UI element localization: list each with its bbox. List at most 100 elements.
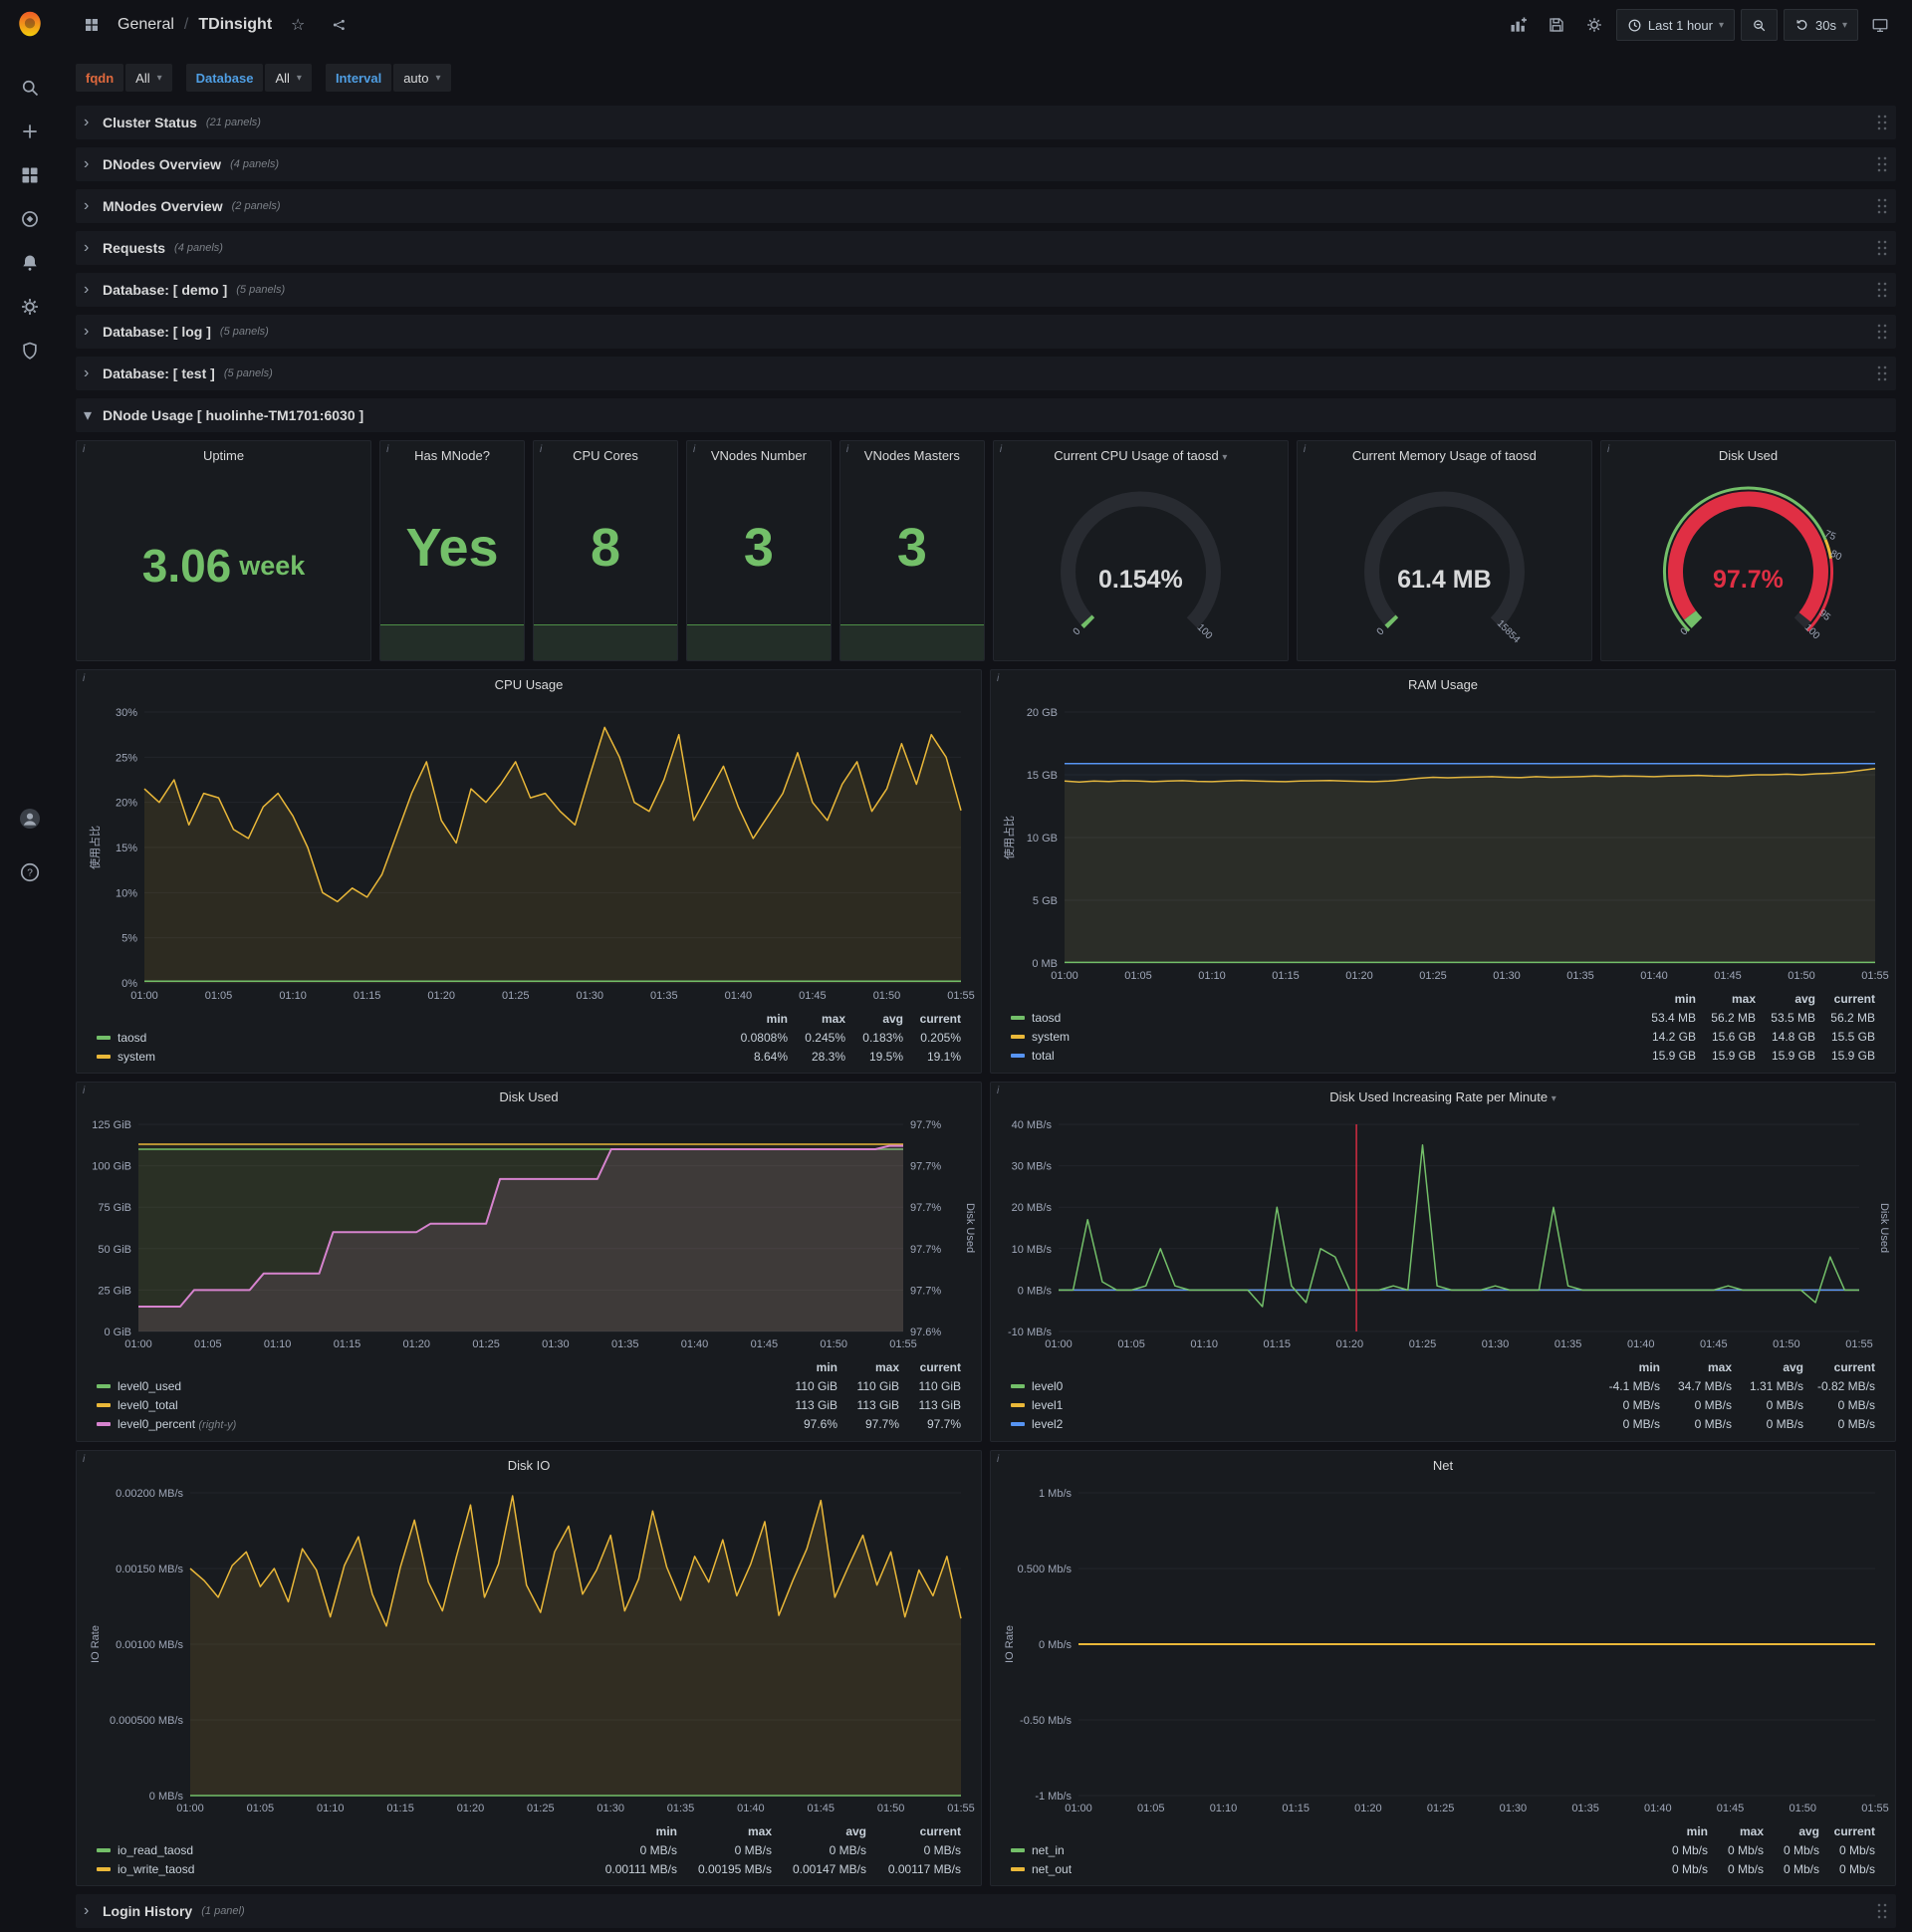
dashboard-row-database-log[interactable]: › Database: [ log ] (5 panels) [76,315,1896,349]
svg-text:01:50: 01:50 [877,1803,905,1814]
variable-value-dropdown[interactable]: All ▾ [265,64,312,92]
svg-text:01:40: 01:40 [1644,1803,1672,1814]
panel-title[interactable]: Disk Used [77,1083,981,1112]
variable-value-dropdown[interactable]: auto ▾ [393,64,451,92]
legend-row[interactable]: level0_used 110 GiB 110 GiB 110 GiB [97,1376,961,1395]
save-icon[interactable] [1541,9,1572,41]
search-icon[interactable] [10,66,50,110]
row-title: Login History [103,1903,193,1919]
variable-value-dropdown[interactable]: All ▾ [125,64,172,92]
dashboard-row-requests[interactable]: › Requests (4 panels) [76,231,1896,265]
share-icon[interactable] [324,9,356,41]
panel-info-icon[interactable]: i [83,1454,85,1465]
legend-row[interactable]: level2 0 MB/s 0 MB/s 0 MB/s 0 MB/s [1011,1414,1875,1433]
net-chart[interactable]: -1 Mb/s -0.50 Mb/s 0 Mb/s 0.500 Mb/s 1 Mb/s 0… [997,1483,1889,1819]
legend-row[interactable]: taosd 0.0808% 0.245% 0.183% 0.205% [97,1028,961,1047]
user-avatar[interactable] [10,797,50,841]
legend-row[interactable]: level0_total 113 GiB 113 GiB 113 GiB [97,1395,961,1414]
panel-info-icon[interactable]: i [1304,444,1306,455]
panel-info-icon[interactable]: i [83,673,85,684]
refresh-button[interactable]: 30s ▾ [1784,9,1858,41]
net-legend[interactable]: min max avg current net_in 0 Mb/s 0 Mb/s 0 Mb/s… [991,1819,1895,1885]
help-icon[interactable]: ? [10,850,50,894]
panel-info-icon[interactable]: i [1607,444,1609,455]
grafana-logo[interactable] [16,10,44,38]
panel-title[interactable]: VNodes Number [687,441,831,471]
cycle-view-icon[interactable] [1864,9,1896,41]
panel-title[interactable]: Disk Used Increasing Rate per Minute ▾ [991,1083,1895,1112]
star-icon[interactable]: ☆ [282,9,314,41]
legend-row[interactable]: level1 0 MB/s 0 MB/s 0 MB/s 0 MB/s [1011,1395,1875,1414]
legend-row[interactable]: level0 -4.1 MB/s 34.7 MB/s 1.31 MB/s -0.82 M… [1011,1376,1875,1395]
configuration-gear-icon[interactable] [10,285,50,329]
cpu-usage-chart[interactable]: 0% 5% 10% 15% 20% 25% 30% 01:00 01:05 01:10 01:15 0… [83,702,975,1007]
panel-title[interactable]: Disk IO [77,1451,981,1481]
panel-title[interactable]: CPU Cores [534,441,677,471]
panel-info-icon[interactable]: i [83,444,85,455]
time-range-picker[interactable]: Last 1 hour ▾ [1615,9,1735,41]
legend-row[interactable]: io_read_taosd 0 MB/s 0 MB/s 0 MB/s 0 MB/s [97,1840,961,1859]
disk-used-chart[interactable]: 0 GiB 97.6% 25 GiB 97.7% 50 GiB 97.7% 75 GiB 97… [83,1114,975,1355]
dashboard-row-database-test[interactable]: › Database: [ test ] (5 panels) [76,357,1896,390]
dashboard-row-cluster-status[interactable]: › Cluster Status (21 panels) [76,106,1896,139]
legend-row[interactable]: system 14.2 GB 15.6 GB 14.8 GB 15.5 GB [1011,1027,1875,1046]
panel-info-icon[interactable]: i [693,444,695,455]
dashboards-icon[interactable] [10,153,50,197]
panel-title[interactable]: Net [991,1451,1895,1481]
drag-handle[interactable] [1876,155,1888,173]
panel-info-icon[interactable]: i [997,673,999,684]
drag-handle[interactable] [1876,323,1888,341]
disk-io-legend[interactable]: min max avg current io_read_taosd 0 MB/s 0 MB/… [77,1819,981,1885]
server-admin-shield-icon[interactable] [10,329,50,372]
legend-row[interactable]: total 15.9 GB 15.9 GB 15.9 GB 15.9 GB [1011,1046,1875,1065]
dashboard-row-database-demo[interactable]: › Database: [ demo ] (5 panels) [76,273,1896,307]
legend-row[interactable]: net_in 0 Mb/s 0 Mb/s 0 Mb/s 0 Mb/s [1011,1840,1875,1859]
dashboard-settings-gear-icon[interactable] [1578,9,1610,41]
disk-io-chart[interactable]: 0 MB/s 0.000500 MB/s 0.00100 MB/s 0.00150 M… [83,1483,975,1819]
create-icon[interactable] [10,110,50,153]
disk-rate-legend[interactable]: min max avg current level0 -4.1 MB/s 34.7 MB/s… [991,1355,1895,1441]
panel-info-icon[interactable]: i [540,444,542,455]
dashboard-row-dnode-usage[interactable]: ▾ DNode Usage [ huolinhe-TM1701:6030 ] [76,398,1896,432]
panel-info-icon[interactable]: i [846,444,848,455]
drag-handle[interactable] [1876,114,1888,131]
dashboard-row-mnodes-overview[interactable]: › MNodes Overview (2 panels) [76,189,1896,223]
legend-row[interactable]: taosd 53.4 MB 56.2 MB 53.5 MB 56.2 MB [1011,1008,1875,1027]
dashboard-row-dnodes-overview[interactable]: › DNodes Overview (4 panels) [76,147,1896,181]
panel-title[interactable]: Current Memory Usage of taosd [1298,441,1591,471]
page-title[interactable]: TDinsight [198,16,272,34]
panel-info-icon[interactable]: i [1000,444,1002,455]
cpu-usage-legend[interactable]: min max avg current taosd 0.0808% 0.245% 0.183%… [77,1007,981,1073]
panel-title[interactable]: Current CPU Usage of taosd ▾ [994,441,1288,471]
legend-row[interactable]: system 8.64% 28.3% 19.5% 19.1% [97,1047,961,1066]
panel-title[interactable]: CPU Usage [77,670,981,700]
legend-row[interactable]: io_write_taosd 0.00111 MB/s 0.00195 MB/s 0.… [97,1859,961,1878]
panel-title[interactable]: Disk Used [1601,441,1895,471]
zoom-out-button[interactable] [1741,9,1778,41]
panel-info-icon[interactable]: i [997,1454,999,1465]
panel-title[interactable]: Has MNode? [380,441,524,471]
drag-handle[interactable] [1876,364,1888,382]
disk-used-legend[interactable]: min max current level0_used 110 GiB 110 GiB 11… [77,1355,981,1441]
panel-title[interactable]: Uptime [77,441,370,471]
drag-handle[interactable] [1876,239,1888,257]
disk-rate-chart[interactable]: -10 MB/s 0 MB/s 10 MB/s 20 MB/s 30 MB/s 40 MB… [997,1114,1889,1355]
explore-icon[interactable] [10,197,50,241]
alerting-bell-icon[interactable] [10,241,50,285]
panel-info-icon[interactable]: i [997,1086,999,1096]
breadcrumb-section[interactable]: General [118,16,174,34]
ram-usage-legend[interactable]: min max avg current taosd 53.4 MB 56.2 MB 53.5 … [991,987,1895,1073]
panel-info-icon[interactable]: i [83,1086,85,1096]
ram-usage-chart[interactable]: 0 MB 5 GB 10 GB 15 GB 20 GB 01:00 01:05 01:10 01… [997,702,1889,987]
legend-row[interactable]: level0_percent (right-y) 97.6% 97.7% 97.7% [97,1414,961,1433]
drag-handle[interactable] [1876,281,1888,299]
panel-info-icon[interactable]: i [386,444,388,455]
drag-handle[interactable] [1876,197,1888,215]
panel-title[interactable]: VNodes Masters [840,441,984,471]
legend-row[interactable]: net_out 0 Mb/s 0 Mb/s 0 Mb/s 0 Mb/s [1011,1859,1875,1878]
dashboard-row-login-history[interactable]: › Login History (1 panel) [76,1894,1896,1928]
drag-handle[interactable] [1876,1902,1888,1920]
panel-title[interactable]: RAM Usage [991,670,1895,700]
add-panel-icon[interactable] [1503,9,1535,41]
refresh-interval-label: 30s [1815,17,1836,33]
